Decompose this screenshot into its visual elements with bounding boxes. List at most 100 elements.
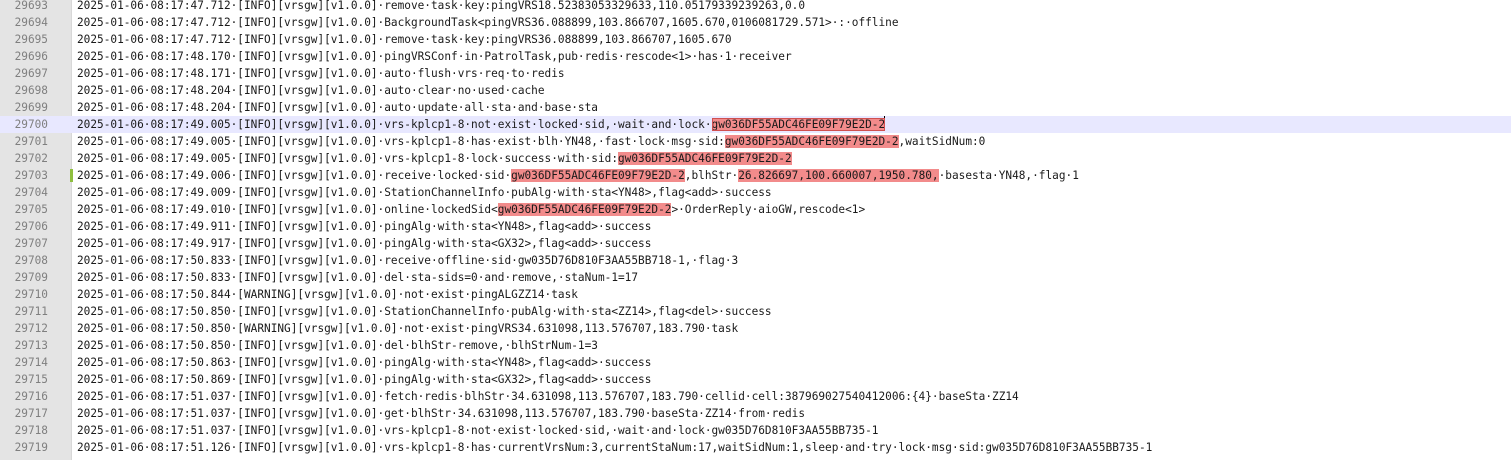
text-segment: 2025-01-06·08:17:48.170·[INFO][vrsgw][v1… — [77, 50, 792, 63]
log-line[interactable]: 29706 2025-01-06·08:17:49.911·[INFO][vrsg… — [0, 218, 1511, 235]
search-highlight: gw036DF55ADC46FE09F79E2D-2 — [511, 169, 685, 182]
text-segment: 2025-01-06·08:17:48.171·[INFO][vrsgw][v1… — [77, 67, 565, 80]
log-line[interactable]: 29700 2025-01-06·08:17:49.005·[INFO][vrsg… — [0, 116, 1511, 133]
line-number: 29714 — [14, 356, 48, 369]
log-line-text: 2025-01-06·08:17:50.844·[WARNING][vrsgw]… — [77, 286, 578, 303]
log-line-text: 2025-01-06·08:17:50.863·[INFO][vrsgw][v1… — [77, 354, 651, 371]
log-line[interactable]: 29716 2025-01-06·08:17:51.037·[INFO][vrsg… — [0, 388, 1511, 405]
log-line[interactable]: 29695 2025-01-06·08:17:47.712·[INFO][vrsg… — [0, 31, 1511, 48]
search-highlight: 26.826697,100.660007,1950.780, — [738, 169, 939, 182]
log-line[interactable]: 29697 2025-01-06·08:17:48.171·[INFO][vrsg… — [0, 65, 1511, 82]
text-segment: 2025-01-06·08:17:47.712·[INFO][vrsgw][v1… — [77, 0, 806, 12]
log-line-text: 2025-01-06·08:17:49.005·[INFO][vrsgw][v1… — [77, 133, 985, 150]
line-number: 29717 — [14, 407, 48, 420]
log-line[interactable]: 29704 2025-01-06·08:17:49.009·[INFO][vrsg… — [0, 184, 1511, 201]
text-segment: 2025-01-06·08:17:49.006·[INFO][vrsgw][v1… — [77, 169, 512, 182]
line-number: 29708 — [14, 254, 48, 267]
log-line[interactable]: 29713 2025-01-06·08:17:50.850·[INFO][vrsg… — [0, 337, 1511, 354]
log-line-text: 2025-01-06·08:17:50.850·[INFO][vrsgw][v1… — [77, 303, 772, 320]
log-line-text: 2025-01-06·08:17:51.037·[INFO][vrsgw][v1… — [77, 422, 878, 439]
text-segment: 2025-01-06·08:17:49.911·[INFO][vrsgw][v1… — [77, 220, 652, 233]
log-line[interactable]: 29699 2025-01-06·08:17:48.204·[INFO][vrsg… — [0, 99, 1511, 116]
text-segment: 2025-01-06·08:17:51.126·[INFO][vrsgw][v1… — [77, 441, 1153, 454]
text-segment: >·OrderReply·aioGW,rescode<1> — [671, 203, 866, 216]
text-segment: ,blhStr· — [684, 169, 739, 182]
text-caret — [884, 116, 886, 130]
log-line-text: 2025-01-06·08:17:51.126·[INFO][vrsgw][v1… — [77, 439, 1152, 456]
log-line[interactable]: 29718 2025-01-06·08:17:51.037·[INFO][vrsg… — [0, 422, 1511, 439]
line-number: 29713 — [14, 339, 48, 352]
line-number: 29695 — [14, 33, 48, 46]
log-line-text: 2025-01-06·08:17:49.009·[INFO][vrsgw][v1… — [77, 184, 772, 201]
log-line[interactable]: 29698 2025-01-06·08:17:48.204·[INFO][vrsg… — [0, 82, 1511, 99]
log-line[interactable]: 29709 2025-01-06·08:17:50.833·[INFO][vrsg… — [0, 269, 1511, 286]
text-segment: 2025-01-06·08:17:47.712·[INFO][vrsgw][v1… — [77, 33, 732, 46]
log-line[interactable]: 29712 2025-01-06·08:17:50.850·[WARNING][v… — [0, 320, 1511, 337]
text-segment: 2025-01-06·08:17:49.010·[INFO][vrsgw][v1… — [77, 203, 498, 216]
text-segment: 2025-01-06·08:17:49.009·[INFO][vrsgw][v1… — [77, 186, 772, 199]
text-segment: 2025-01-06·08:17:50.869·[INFO][vrsgw][v1… — [77, 373, 652, 386]
text-segment: 2025-01-06·08:17:51.037·[INFO][vrsgw][v1… — [77, 407, 806, 420]
text-segment: 2025-01-06·08:17:50.844·[WARNING][vrsgw]… — [77, 288, 578, 301]
text-segment: 2025-01-06·08:17:47.712·[INFO][vrsgw][v1… — [77, 16, 899, 29]
log-line-text: 2025-01-06·08:17:50.850·[WARNING][vrsgw]… — [77, 320, 738, 337]
log-line[interactable]: 29694 2025-01-06·08:17:47.712·[INFO][vrsg… — [0, 14, 1511, 31]
text-segment: 2025-01-06·08:17:50.850·[INFO][vrsgw][v1… — [77, 339, 598, 352]
search-highlight: gw036DF55ADC46FE09F79E2D-2 — [724, 135, 899, 148]
line-number: 29702 — [14, 152, 48, 165]
log-line-text: 2025-01-06·08:17:48.204·[INFO][vrsgw][v1… — [77, 82, 545, 99]
text-segment: 2025-01-06·08:17:50.863·[INFO][vrsgw][v1… — [77, 356, 652, 369]
search-highlight: gw036DF55ADC46FE09F79E2D-2 — [618, 152, 792, 165]
line-number: 29699 — [14, 101, 48, 114]
log-line[interactable]: 29719 2025-01-06·08:17:51.126·[INFO][vrsg… — [0, 439, 1511, 456]
log-line[interactable]: 29705 2025-01-06·08:17:49.010·[INFO][vrsg… — [0, 201, 1511, 218]
line-number: 29701 — [14, 135, 48, 148]
log-line-text: 2025-01-06·08:17:50.850·[INFO][vrsgw][v1… — [77, 337, 598, 354]
line-number: 29696 — [14, 50, 48, 63]
log-line[interactable]: 29710 2025-01-06·08:17:50.844·[WARNING][v… — [0, 286, 1511, 303]
line-number: 29707 — [14, 237, 48, 250]
line-number: 29712 — [14, 322, 48, 335]
change-marker — [70, 169, 73, 182]
log-line-text: 2025-01-06·08:17:48.170·[INFO][vrsgw][v1… — [77, 48, 792, 65]
log-line[interactable]: 29701 2025-01-06·08:17:49.005·[INFO][vrsg… — [0, 133, 1511, 150]
log-line-text: 2025-01-06·08:17:49.005·[INFO][vrsgw][v1… — [77, 116, 886, 133]
text-segment: ,waitSidNum:0 — [898, 135, 986, 148]
line-number: 29706 — [14, 220, 48, 233]
log-line[interactable]: 29715 2025-01-06·08:17:50.869·[INFO][vrsg… — [0, 371, 1511, 388]
log-line-text: 2025-01-06·08:17:47.712·[INFO][vrsgw][v1… — [77, 31, 732, 48]
text-editor[interactable]: 29693 2025-01-06·08:17:47.712·[INFO][vrsg… — [0, 0, 1511, 460]
log-line-text: 2025-01-06·08:17:48.204·[INFO][vrsgw][v1… — [77, 99, 598, 116]
line-number: 29698 — [14, 84, 48, 97]
line-number: 29718 — [14, 424, 48, 437]
text-segment: 2025-01-06·08:17:50.833·[INFO][vrsgw][v1… — [77, 271, 639, 284]
line-number: 29693 — [14, 0, 48, 12]
log-line-text: 2025-01-06·08:17:47.712·[INFO][vrsgw][v1… — [77, 0, 805, 14]
search-highlight: gw036DF55ADC46FE09F79E2D-2 — [497, 203, 672, 216]
log-line-text: 2025-01-06·08:17:49.005·[INFO][vrsgw][v1… — [77, 150, 792, 167]
log-line-text: 2025-01-06·08:17:50.869·[INFO][vrsgw][v1… — [77, 371, 651, 388]
log-line[interactable]: 29714 2025-01-06·08:17:50.863·[INFO][vrsg… — [0, 354, 1511, 371]
line-number: 29705 — [14, 203, 48, 216]
line-number: 29715 — [14, 373, 48, 386]
text-segment: 2025-01-06·08:17:51.037·[INFO][vrsgw][v1… — [77, 390, 1019, 403]
log-line-text: 2025-01-06·08:17:47.712·[INFO][vrsgw][v1… — [77, 14, 899, 31]
log-line[interactable]: 29711 2025-01-06·08:17:50.850·[INFO][vrsg… — [0, 303, 1511, 320]
text-segment: 2025-01-06·08:17:49.005·[INFO][vrsgw][v1… — [77, 135, 725, 148]
log-line-text: 2025-01-06·08:17:49.006·[INFO][vrsgw][v1… — [77, 167, 1079, 184]
log-line[interactable]: 29696 2025-01-06·08:17:48.170·[INFO][vrsg… — [0, 48, 1511, 65]
log-line[interactable]: 29703 2025-01-06·08:17:49.006·[INFO][vrsg… — [0, 167, 1511, 184]
text-segment: 2025-01-06·08:17:49.005·[INFO][vrsgw][v1… — [77, 118, 712, 131]
log-line[interactable]: 29708 2025-01-06·08:17:50.833·[INFO][vrsg… — [0, 252, 1511, 269]
line-number: 29694 — [14, 16, 48, 29]
log-line[interactable]: 29717 2025-01-06·08:17:51.037·[INFO][vrsg… — [0, 405, 1511, 422]
log-line-text: 2025-01-06·08:17:49.911·[INFO][vrsgw][v1… — [77, 218, 651, 235]
log-line[interactable]: 29707 2025-01-06·08:17:49.917·[INFO][vrsg… — [0, 235, 1511, 252]
text-segment: 2025-01-06·08:17:51.037·[INFO][vrsgw][v1… — [77, 424, 879, 437]
log-line[interactable]: 29693 2025-01-06·08:17:47.712·[INFO][vrsg… — [0, 0, 1511, 14]
log-line-text: 2025-01-06·08:17:49.917·[INFO][vrsgw][v1… — [77, 235, 651, 252]
text-segment: 2025-01-06·08:17:49.005·[INFO][vrsgw][v1… — [77, 152, 618, 165]
log-line[interactable]: 29702 2025-01-06·08:17:49.005·[INFO][vrsg… — [0, 150, 1511, 167]
line-number: 29697 — [14, 67, 48, 80]
log-line-text: 2025-01-06·08:17:49.010·[INFO][vrsgw][v1… — [77, 201, 865, 218]
